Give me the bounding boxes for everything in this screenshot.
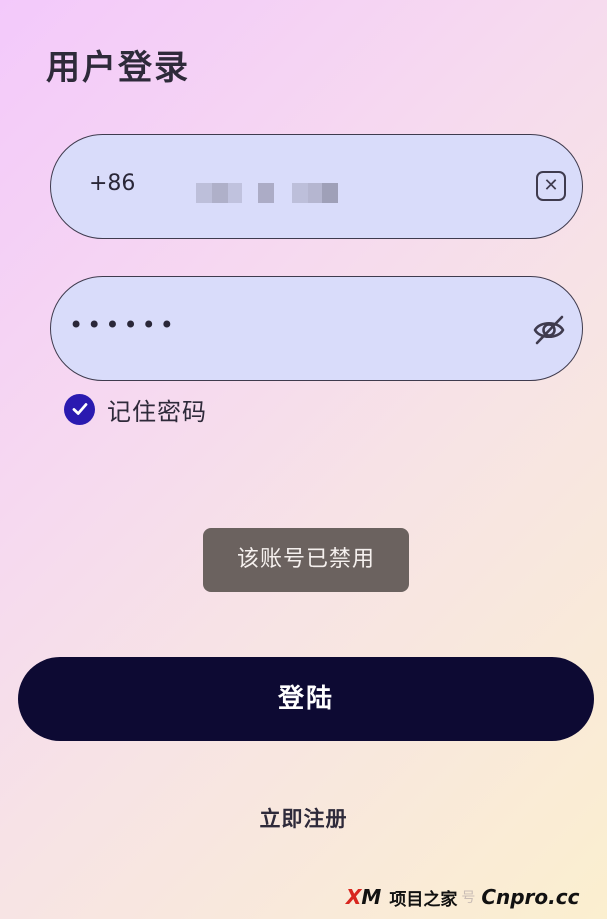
watermark: XM 项目之家 号 Cnpro.cc: [346, 882, 579, 912]
toast-message: 该账号已禁用: [203, 528, 409, 592]
remember-password-label: 记住密码: [107, 397, 207, 426]
country-code[interactable]: +86: [89, 171, 135, 196]
password-value: ••••••: [69, 311, 178, 339]
watermark-logo: XM: [346, 885, 382, 909]
watermark-faint-text: 号: [461, 890, 476, 906]
remember-password-checkbox[interactable]: 记住密码: [64, 392, 207, 426]
watermark-name: 项目之家: [389, 889, 458, 910]
password-input[interactable]: ••••••: [50, 276, 583, 381]
close-icon[interactable]: ✕: [536, 171, 566, 201]
eye-off-icon[interactable]: [532, 313, 566, 347]
phone-input[interactable]: +86 ✕: [50, 134, 583, 239]
register-link[interactable]: 立即注册: [0, 803, 607, 833]
watermark-site: Cnpro.cc: [481, 885, 580, 909]
login-button[interactable]: 登陆: [18, 657, 594, 741]
check-icon[interactable]: [64, 393, 95, 425]
page-title: 用户登录: [46, 48, 190, 88]
